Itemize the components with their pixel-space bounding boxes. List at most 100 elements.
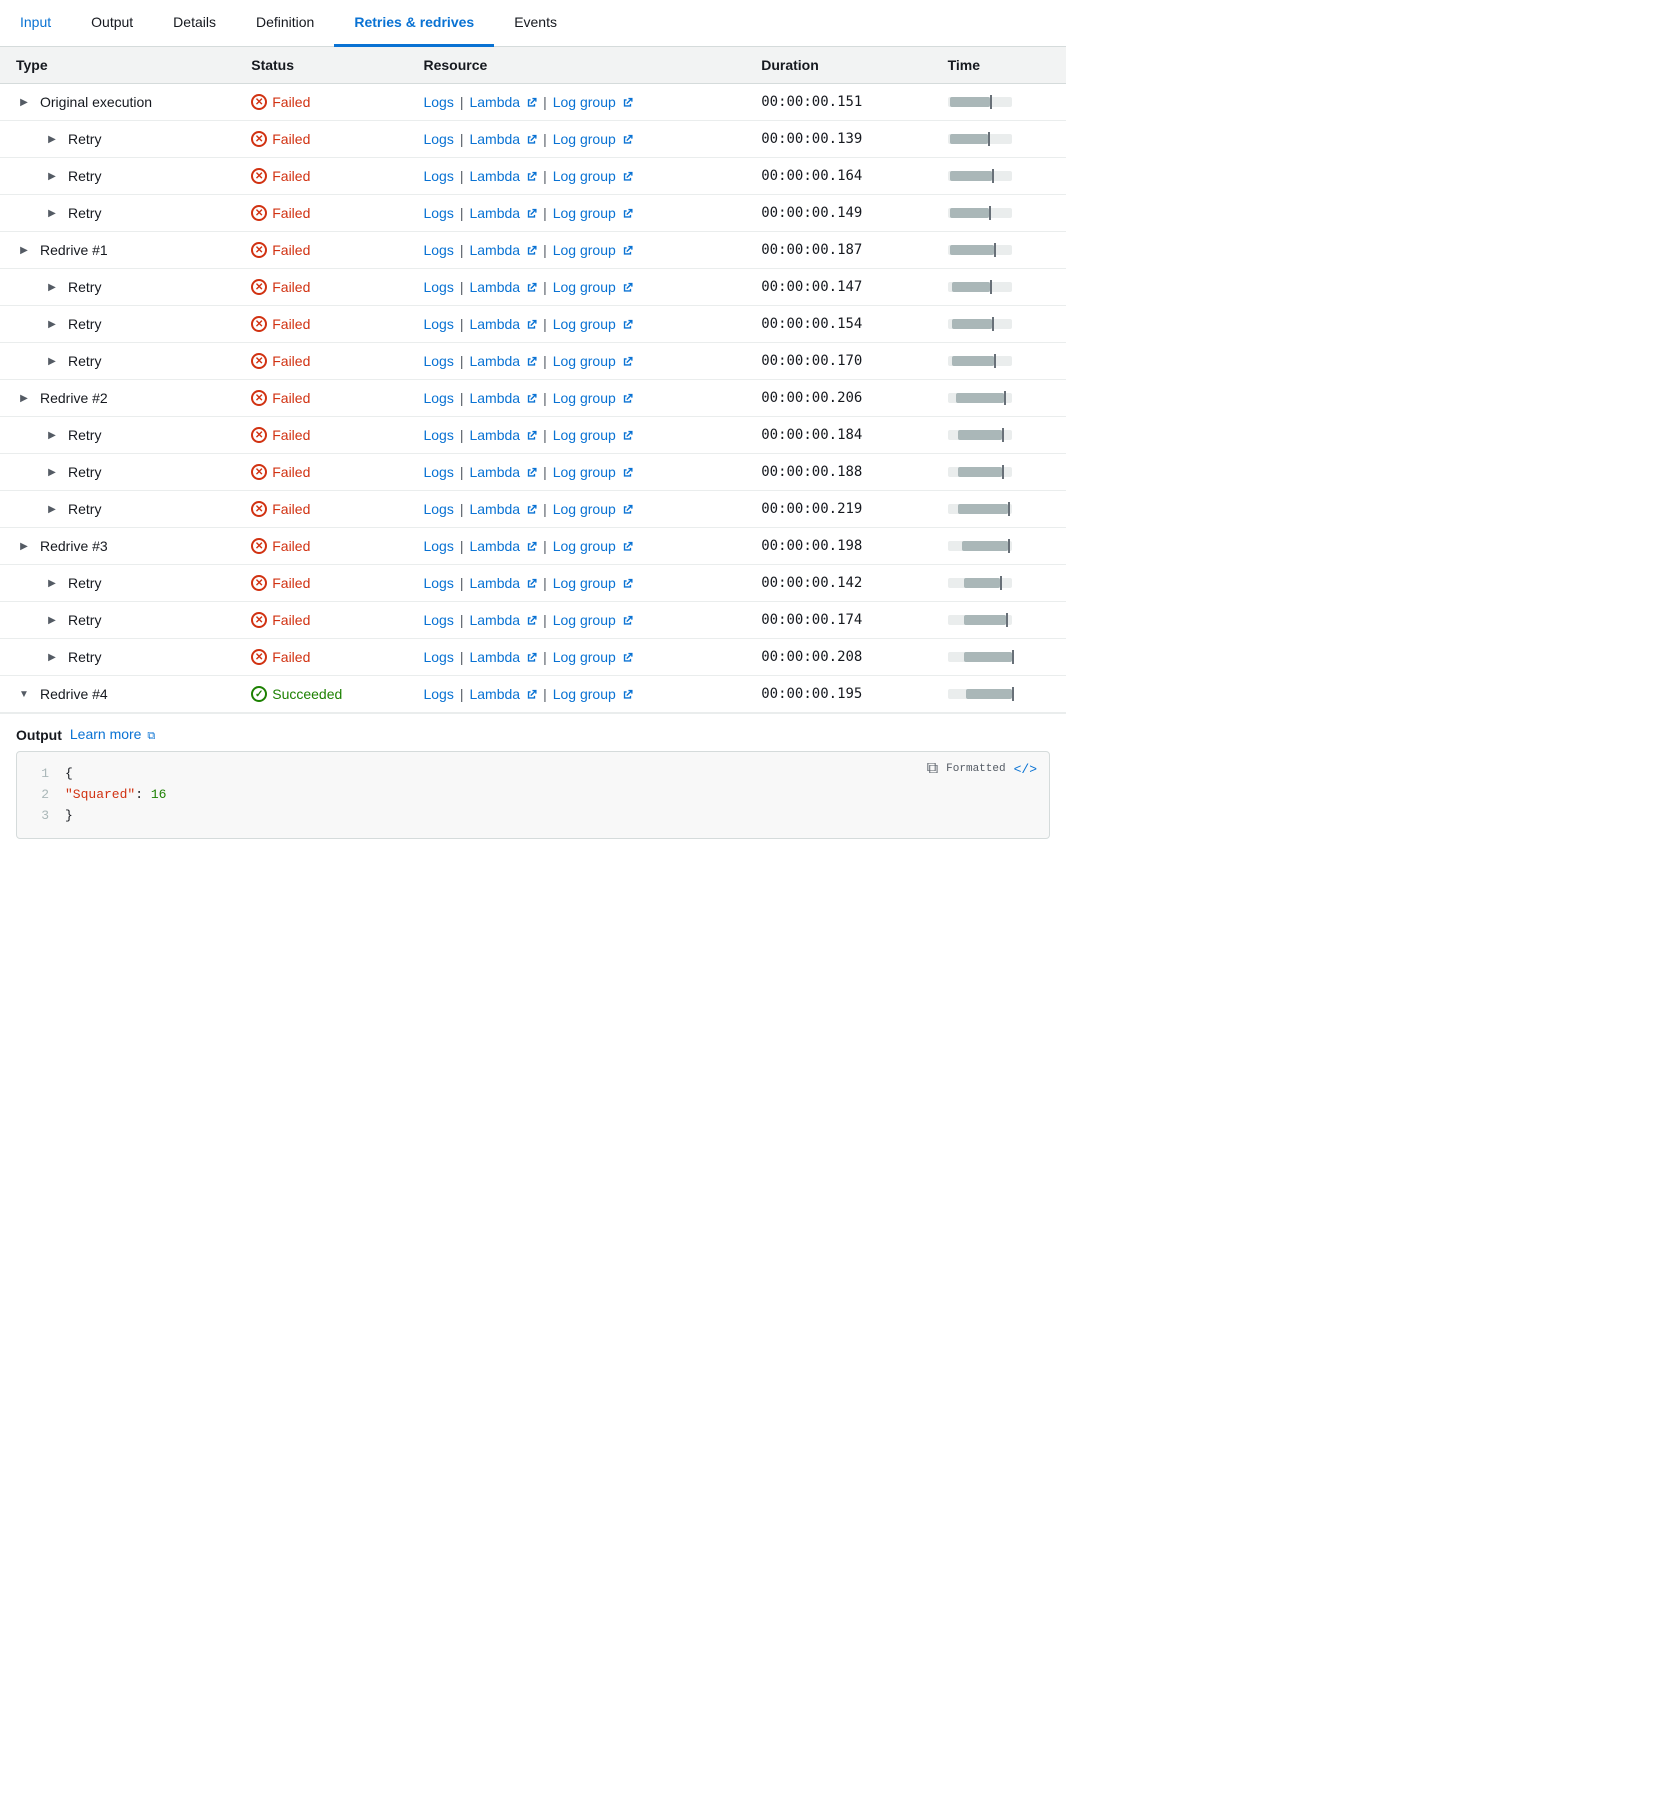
expand-button[interactable]: ▼ [16, 686, 32, 702]
lambda-link[interactable]: Lambda [469, 316, 520, 332]
status-text: Failed [272, 390, 310, 406]
lambda-link[interactable]: Lambda [469, 612, 520, 628]
log-group-link[interactable]: Log group [553, 427, 616, 443]
external-link-icon [622, 208, 633, 219]
log-group-link[interactable]: Log group [553, 353, 616, 369]
expand-button[interactable]: ▶ [44, 168, 60, 184]
tab-events[interactable]: Events [494, 0, 577, 47]
log-group-link[interactable]: Log group [553, 575, 616, 591]
logs-link[interactable]: Logs [423, 649, 453, 665]
format-toggle-icon[interactable]: </> [1014, 762, 1037, 777]
log-group-link[interactable]: Log group [553, 316, 616, 332]
logs-link[interactable]: Logs [423, 131, 453, 147]
duration-cell: 00:00:00.149 [745, 195, 931, 232]
tab-definition[interactable]: Definition [236, 0, 334, 47]
lambda-link[interactable]: Lambda [469, 205, 520, 221]
lambda-link[interactable]: Lambda [469, 538, 520, 554]
logs-link[interactable]: Logs [423, 316, 453, 332]
expand-button[interactable]: ▶ [44, 464, 60, 480]
lambda-link[interactable]: Lambda [469, 686, 520, 702]
expand-button[interactable]: ▶ [16, 538, 32, 554]
lambda-link[interactable]: Lambda [469, 242, 520, 258]
expand-button[interactable]: ▶ [44, 612, 60, 628]
expand-button[interactable]: ▶ [16, 390, 32, 406]
expand-button[interactable]: ▶ [44, 279, 60, 295]
logs-link[interactable]: Logs [423, 279, 453, 295]
external-link-icon [526, 97, 537, 108]
logs-link[interactable]: Logs [423, 612, 453, 628]
time-bar-tick [994, 243, 996, 257]
expand-button[interactable]: ▶ [44, 575, 60, 591]
expand-button[interactable]: ▶ [44, 205, 60, 221]
learn-more-link[interactable]: Learn more ⧉ [70, 726, 155, 743]
time-bar [948, 578, 1050, 588]
lambda-link[interactable]: Lambda [469, 649, 520, 665]
external-link-icon [526, 171, 537, 182]
log-group-link[interactable]: Log group [553, 501, 616, 517]
table-row: ▶Original execution✕Failed Logs | Lambda… [0, 84, 1066, 121]
lambda-link[interactable]: Lambda [469, 575, 520, 591]
expand-button[interactable]: ▶ [44, 501, 60, 517]
logs-link[interactable]: Logs [423, 94, 453, 110]
expand-button[interactable]: ▶ [44, 353, 60, 369]
status-cell: ✕Failed [235, 343, 407, 380]
logs-link[interactable]: Logs [423, 538, 453, 554]
copy-button[interactable]: ⧉ [927, 760, 938, 778]
lambda-link[interactable]: Lambda [469, 279, 520, 295]
log-group-link[interactable]: Log group [553, 390, 616, 406]
logs-link[interactable]: Logs [423, 242, 453, 258]
lambda-link[interactable]: Lambda [469, 353, 520, 369]
log-group-link[interactable]: Log group [553, 279, 616, 295]
separator: | [543, 94, 547, 110]
lambda-link[interactable]: Lambda [469, 501, 520, 517]
tab-input[interactable]: Input [0, 0, 71, 47]
log-group-link[interactable]: Log group [553, 464, 616, 480]
expand-button[interactable]: ▶ [44, 131, 60, 147]
time-bar-cell [932, 639, 1066, 676]
time-bar-cell [932, 417, 1066, 454]
expand-button[interactable]: ▶ [16, 242, 32, 258]
expand-button[interactable]: ▶ [44, 427, 60, 443]
logs-link[interactable]: Logs [423, 575, 453, 591]
time-bar [948, 245, 1050, 255]
expand-button[interactable]: ▶ [44, 316, 60, 332]
logs-link[interactable]: Logs [423, 353, 453, 369]
logs-link[interactable]: Logs [423, 390, 453, 406]
lambda-link[interactable]: Lambda [469, 390, 520, 406]
time-bar-tick [1006, 613, 1008, 627]
time-bar [948, 467, 1050, 477]
logs-link[interactable]: Logs [423, 501, 453, 517]
log-group-link[interactable]: Log group [553, 205, 616, 221]
log-group-link[interactable]: Log group [553, 649, 616, 665]
tab-retries[interactable]: Retries & redrives [334, 0, 494, 47]
tab-output[interactable]: Output [71, 0, 153, 47]
type-label: Redrive #2 [40, 390, 108, 406]
log-group-link[interactable]: Log group [553, 612, 616, 628]
log-group-link[interactable]: Log group [553, 686, 616, 702]
log-group-link[interactable]: Log group [553, 242, 616, 258]
type-label: Retry [68, 649, 101, 665]
lambda-link[interactable]: Lambda [469, 94, 520, 110]
logs-link[interactable]: Logs [423, 464, 453, 480]
line-content: } [65, 806, 1033, 827]
expand-button[interactable]: ▶ [16, 94, 32, 110]
logs-link[interactable]: Logs [423, 427, 453, 443]
separator: | [543, 353, 547, 369]
lambda-link[interactable]: Lambda [469, 427, 520, 443]
logs-link[interactable]: Logs [423, 205, 453, 221]
log-group-link[interactable]: Log group [553, 94, 616, 110]
expand-button[interactable]: ▶ [44, 649, 60, 665]
separator: | [460, 94, 464, 110]
logs-link[interactable]: Logs [423, 686, 453, 702]
tab-details[interactable]: Details [153, 0, 236, 47]
lambda-link[interactable]: Lambda [469, 131, 520, 147]
lambda-link[interactable]: Lambda [469, 464, 520, 480]
log-group-link[interactable]: Log group [553, 538, 616, 554]
separator: | [543, 427, 547, 443]
lambda-link[interactable]: Lambda [469, 168, 520, 184]
type-label: Retry [68, 575, 101, 591]
log-group-link[interactable]: Log group [553, 131, 616, 147]
logs-link[interactable]: Logs [423, 168, 453, 184]
duration-cell: 00:00:00.174 [745, 602, 931, 639]
log-group-link[interactable]: Log group [553, 168, 616, 184]
